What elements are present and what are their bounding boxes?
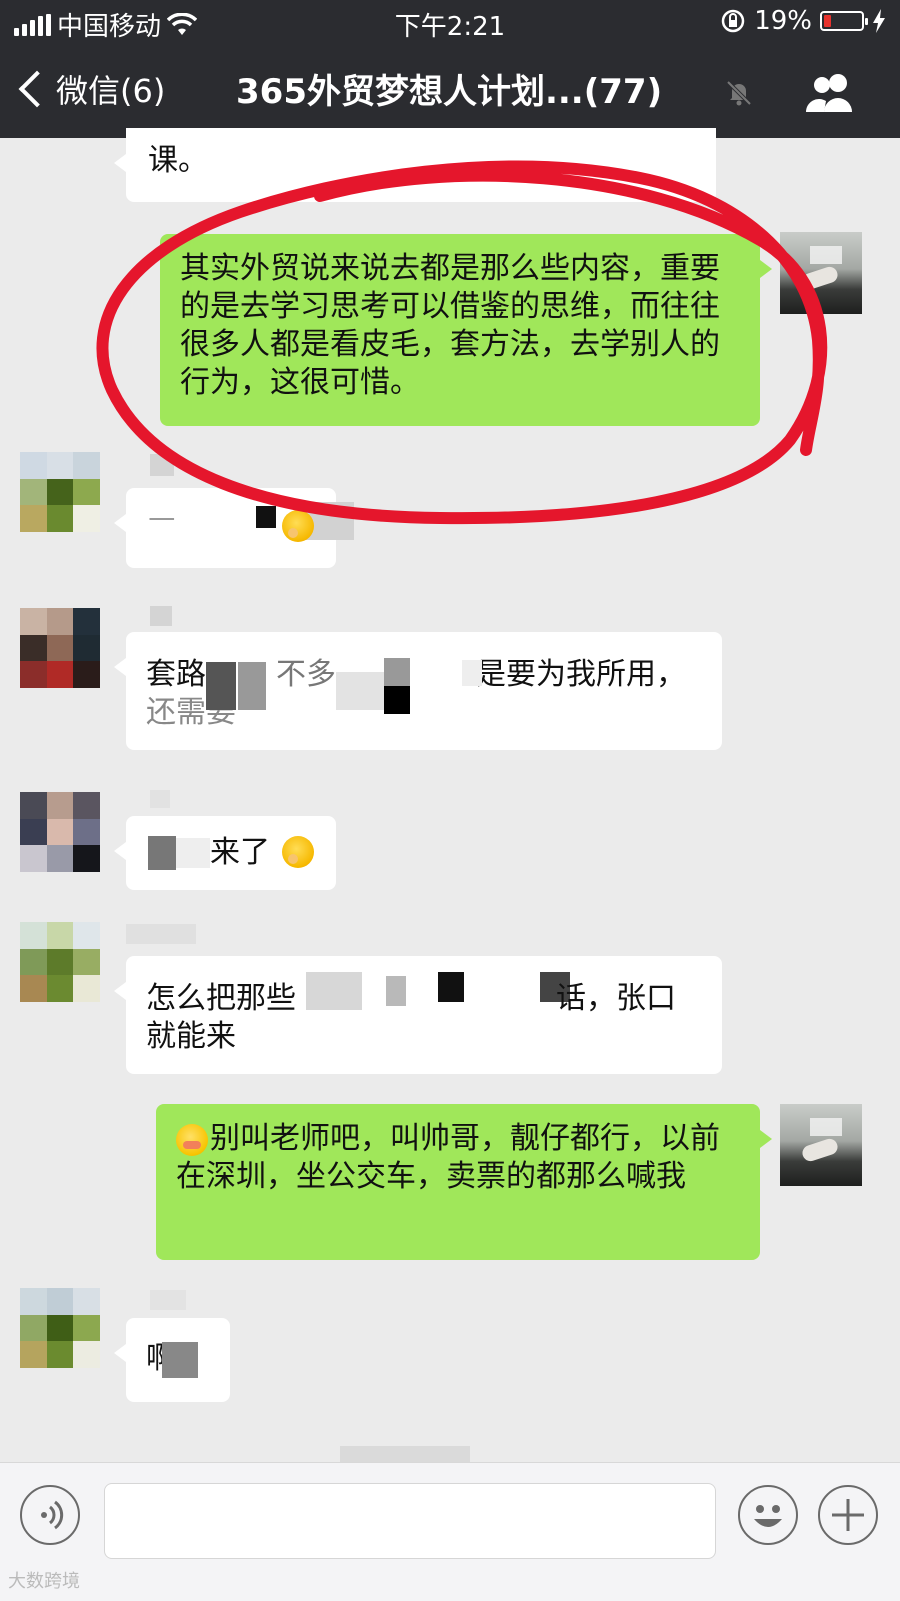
message-bubble[interactable]: 怎么把那些 话，张口 就能来 xyxy=(114,956,722,1074)
status-bar: 中国移动 下午2:21 19% xyxy=(0,0,900,44)
battery-icon xyxy=(820,11,868,31)
message-text-line2: 就能来 xyxy=(146,1019,236,1054)
redacted-block xyxy=(386,976,406,1006)
message-text: 课。 xyxy=(148,143,208,178)
message-text-start: 怎么把那些 xyxy=(146,981,296,1016)
input-bar: 大数跨境 xyxy=(0,1462,900,1601)
charging-icon xyxy=(873,9,885,33)
bell-off-icon xyxy=(726,80,752,106)
avatar[interactable] xyxy=(20,922,100,1002)
message-text-mid: 不多 xyxy=(276,657,336,692)
message-bubble[interactable]: 套路 不多 是要为我所用， 还需要 xyxy=(114,632,722,750)
redacted-block xyxy=(336,672,386,710)
message-text-end: 是要为我所用， xyxy=(476,657,686,692)
flushed-emoji-icon xyxy=(176,1123,208,1156)
hug-emoji-icon xyxy=(282,836,314,868)
message-bubble-mine[interactable]: 其实外贸说来说去都是那么些内容，重要的是去学习思考可以借鉴的思维，而往往很多人都… xyxy=(160,234,772,426)
redacted-block xyxy=(384,658,410,686)
redacted-block xyxy=(256,506,276,528)
message-text-end: 话，张口 xyxy=(556,981,676,1016)
hug-emoji-icon xyxy=(282,510,314,542)
message-bubble[interactable]: ᅳ xyxy=(114,488,354,568)
chat-title: 365外贸梦想人计划...(77) xyxy=(236,72,663,112)
avatar[interactable] xyxy=(20,792,100,872)
message-text-end: 来了 xyxy=(210,835,270,870)
back-button[interactable]: 微信(6) xyxy=(16,66,165,112)
message-bubble-mine[interactable]: 别叫老师吧，叫帅哥，靓仔都行，以前在深圳，坐公交车，卖票的都那么喊我 xyxy=(156,1104,772,1260)
message-text: 别叫老师吧，叫帅哥，靓仔都行，以前在深圳，坐公交车，卖票的都那么喊我 xyxy=(176,1121,720,1194)
message-bubble[interactable]: 课。 xyxy=(114,128,716,202)
redacted-block xyxy=(462,660,482,686)
battery-percent: 19% xyxy=(754,6,812,36)
message-text: 其实外贸说来说去都是那么些内容，重要的是去学习思考可以借鉴的思维，而往往很多人都… xyxy=(180,251,720,400)
voice-icon[interactable] xyxy=(20,1485,80,1545)
sender-name-redacted xyxy=(150,606,172,626)
avatar[interactable] xyxy=(20,608,100,688)
redacted-block xyxy=(438,972,464,1002)
message-text: ᅳ xyxy=(148,503,176,538)
message-text-start: 套路 xyxy=(146,657,206,692)
message-input[interactable] xyxy=(104,1483,716,1559)
redacted-block xyxy=(384,686,410,714)
redacted-block xyxy=(176,838,210,868)
redacted-block xyxy=(306,972,362,1010)
group-members-icon[interactable] xyxy=(804,70,856,114)
redacted-block xyxy=(162,1342,198,1378)
chevron-left-icon xyxy=(18,70,56,108)
top-bar: 中国移动 下午2:21 19% 微信(6) 365外贸梦想人计划...(77) xyxy=(0,0,900,138)
sender-name-redacted xyxy=(150,454,174,476)
redacted-block xyxy=(238,662,266,710)
avatar-mine[interactable] xyxy=(780,232,862,314)
redacted-block xyxy=(148,836,176,870)
avatar-mine[interactable] xyxy=(780,1104,862,1186)
back-label: 微信(6) xyxy=(56,72,166,110)
rotation-lock-icon xyxy=(721,9,745,33)
avatar[interactable] xyxy=(20,452,100,532)
sender-name-redacted xyxy=(150,1290,186,1310)
plus-icon[interactable] xyxy=(818,1485,878,1545)
nav-bar: 微信(6) 365外贸梦想人计划...(77) xyxy=(0,58,900,128)
emoji-icon[interactable] xyxy=(738,1485,798,1545)
avatar[interactable] xyxy=(20,1288,100,1368)
message-bubble[interactable]: 啊 xyxy=(114,1318,230,1402)
watermark: 大数跨境 xyxy=(8,1571,80,1592)
scrolled-content-edge xyxy=(340,1446,470,1462)
sender-name-redacted xyxy=(150,790,170,808)
message-bubble[interactable]: 来了 xyxy=(114,816,336,890)
sender-name-redacted xyxy=(126,924,196,944)
redacted-block xyxy=(206,662,236,710)
